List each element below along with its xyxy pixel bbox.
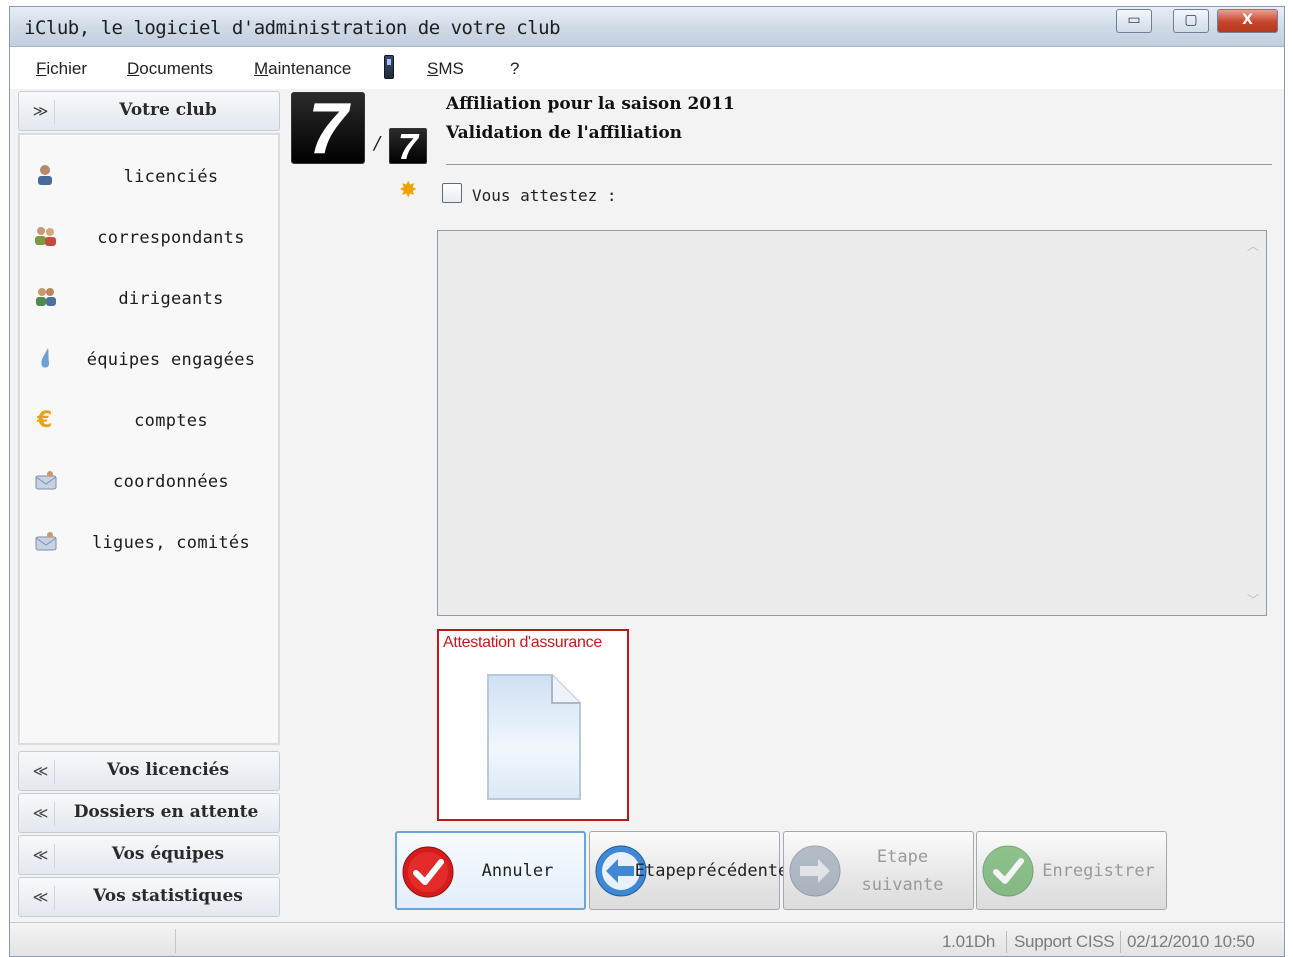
enregistrer-button[interactable]: Enregistrer bbox=[976, 831, 1167, 910]
sidebar-item-label: équipes engagées bbox=[86, 350, 256, 370]
expand-chevron-icon[interactable]: ≪ bbox=[27, 886, 55, 910]
heading-divider bbox=[446, 164, 1272, 165]
status-datetime: 02/12/2010 10:50 bbox=[1127, 932, 1255, 951]
menu-bar: Fichier Documents Maintenance SMS ? bbox=[10, 47, 1284, 89]
check-icon bbox=[982, 845, 1034, 897]
attest-label: Vous attestez : bbox=[472, 186, 617, 205]
section-label: Vos licenciés bbox=[106, 760, 230, 780]
required-star-icon: ✸ bbox=[399, 178, 418, 203]
close-icon: X bbox=[1242, 12, 1253, 28]
menu-maintenance-label: aintenance bbox=[268, 59, 352, 78]
envelope-icon bbox=[34, 529, 58, 553]
annuler-label: Annuler bbox=[481, 860, 554, 881]
sidebar-item-label: comptes bbox=[134, 411, 208, 431]
status-panel-empty bbox=[16, 929, 176, 953]
status-separator bbox=[1120, 931, 1121, 953]
total-steps-number: 7 bbox=[389, 128, 427, 165]
section-votre-club[interactable]: ≫ Votre club bbox=[18, 91, 280, 131]
person-icon bbox=[34, 163, 58, 187]
wizard-title: Affiliation pour la saison 2011 bbox=[446, 94, 735, 114]
menu-fichier[interactable]: Fichier bbox=[36, 59, 87, 79]
section-vos-statistiques[interactable]: ≪ Vos statistiques bbox=[18, 877, 280, 917]
window-title: iClub, le logiciel d'administration de v… bbox=[24, 17, 561, 39]
status-bar: 1.01Dh Support CISS 02/12/2010 10:50 bbox=[10, 922, 1284, 956]
etape-suivante-label: Etape suivante bbox=[861, 846, 944, 895]
menu-documents[interactable]: Documents bbox=[127, 59, 213, 79]
menu-documents-mnemonic: D bbox=[127, 59, 140, 78]
enregistrer-label: Enregistrer bbox=[1042, 860, 1155, 881]
svg-text:€: € bbox=[36, 408, 52, 431]
section-vos-equipes[interactable]: ≪ Vos équipes bbox=[18, 835, 280, 875]
minimize-button[interactable]: ▭ bbox=[1116, 9, 1152, 33]
maximize-icon: ▢ bbox=[1184, 12, 1198, 28]
section-vos-licencies[interactable]: ≪ Vos licenciés bbox=[18, 751, 280, 791]
etape-precedente-button[interactable]: Etape précédente bbox=[589, 831, 789, 910]
status-separator bbox=[1006, 931, 1007, 953]
maximize-button[interactable]: ▢ bbox=[1173, 9, 1209, 33]
menu-sms-label: MS bbox=[438, 59, 464, 78]
arrow-right-icon bbox=[789, 845, 841, 897]
sidebar-item-ligues-comites[interactable]: ligues, comités bbox=[20, 515, 276, 571]
sidebar-item-label: correspondants bbox=[97, 228, 245, 248]
sidebar-item-label: licenciés bbox=[123, 167, 219, 187]
sidebar-item-licencies[interactable]: licenciés bbox=[20, 149, 276, 205]
sidebar-item-correspondants[interactable]: correspondants bbox=[20, 210, 276, 266]
menu-sms[interactable]: SMS bbox=[427, 59, 464, 79]
sidebar-item-label: coordonnées bbox=[113, 472, 229, 492]
expand-chevron-icon[interactable]: ≪ bbox=[27, 802, 55, 826]
section-label: Vos équipes bbox=[111, 844, 225, 864]
title-bar: iClub, le logiciel d'administration de v… bbox=[10, 7, 1284, 47]
mobile-phone-icon bbox=[384, 55, 394, 79]
envelope-icon bbox=[34, 468, 58, 492]
attestation-text-area[interactable]: ︿ ﹀ bbox=[437, 230, 1267, 616]
expand-chevron-icon[interactable]: ≪ bbox=[27, 760, 55, 784]
minimize-icon: ▭ bbox=[1127, 12, 1141, 28]
group-icon bbox=[34, 285, 58, 309]
wizard-subtitle: Validation de l'affiliation bbox=[446, 123, 683, 143]
people-icon bbox=[34, 224, 58, 248]
menu-maintenance[interactable]: Maintenance bbox=[254, 59, 351, 79]
assurance-label: Attestation d'assurance bbox=[443, 634, 602, 651]
etape-precedente-label-line1: Etape bbox=[634, 860, 686, 881]
section-label: Dossiers en attente bbox=[73, 802, 259, 822]
current-step-number: 7 bbox=[291, 92, 365, 165]
sidebar-item-equipes-engagees[interactable]: équipes engagées bbox=[20, 332, 276, 388]
status-support: Support CISS bbox=[1014, 932, 1115, 951]
document-icon bbox=[487, 674, 581, 800]
euro-icon: € bbox=[34, 407, 58, 433]
sidebar-item-coordonnees[interactable]: coordonnées bbox=[20, 454, 276, 510]
annuler-button[interactable]: Annuler bbox=[395, 831, 586, 910]
section-dossiers-en-attente[interactable]: ≪ Dossiers en attente bbox=[18, 793, 280, 833]
cancel-check-icon bbox=[402, 846, 454, 898]
sidebar-item-label: ligues, comités bbox=[91, 533, 251, 553]
section-label: Votre club bbox=[119, 100, 217, 120]
club-items-panel: licenciés correspondants dirigeants équi… bbox=[18, 133, 280, 745]
expand-chevron-icon[interactable]: ≪ bbox=[27, 844, 55, 868]
etape-precedente-label-line2: précédente bbox=[685, 860, 789, 881]
section-label: Vos statistiques bbox=[93, 886, 243, 906]
menu-sms-mnemonic: S bbox=[427, 59, 439, 78]
app-window: iClub, le logiciel d'administration de v… bbox=[9, 6, 1285, 957]
sidebar-item-comptes[interactable]: € comptes bbox=[20, 393, 276, 449]
etape-suivante-button[interactable]: Etape suivante bbox=[783, 831, 974, 910]
collapse-chevron-icon[interactable]: ≫ bbox=[27, 100, 55, 124]
scroll-up-icon[interactable]: ︿ bbox=[1243, 235, 1263, 257]
menu-fichier-mnemonic: F bbox=[36, 59, 47, 78]
scroll-down-icon[interactable]: ﹀ bbox=[1243, 589, 1263, 611]
step-separator: / bbox=[374, 133, 381, 154]
menu-maintenance-mnemonic: M bbox=[254, 59, 269, 78]
close-button[interactable]: X bbox=[1217, 9, 1278, 33]
sidebar: ≫ Votre club licenciés correspondants di… bbox=[18, 91, 280, 921]
attest-checkbox[interactable] bbox=[442, 183, 462, 203]
menu-fichier-label: ichier bbox=[46, 59, 88, 78]
sidebar-item-label: dirigeants bbox=[118, 289, 224, 309]
sidebar-item-dirigeants[interactable]: dirigeants bbox=[20, 271, 276, 327]
menu-documents-label: ocuments bbox=[139, 59, 213, 78]
etape-precedente-label: Etape précédente bbox=[635, 832, 789, 909]
assurance-attachment[interactable]: Attestation d'assurance bbox=[437, 629, 629, 821]
menu-help[interactable]: ? bbox=[510, 59, 519, 79]
status-version: 1.01Dh bbox=[942, 932, 996, 951]
drop-icon bbox=[34, 346, 58, 370]
